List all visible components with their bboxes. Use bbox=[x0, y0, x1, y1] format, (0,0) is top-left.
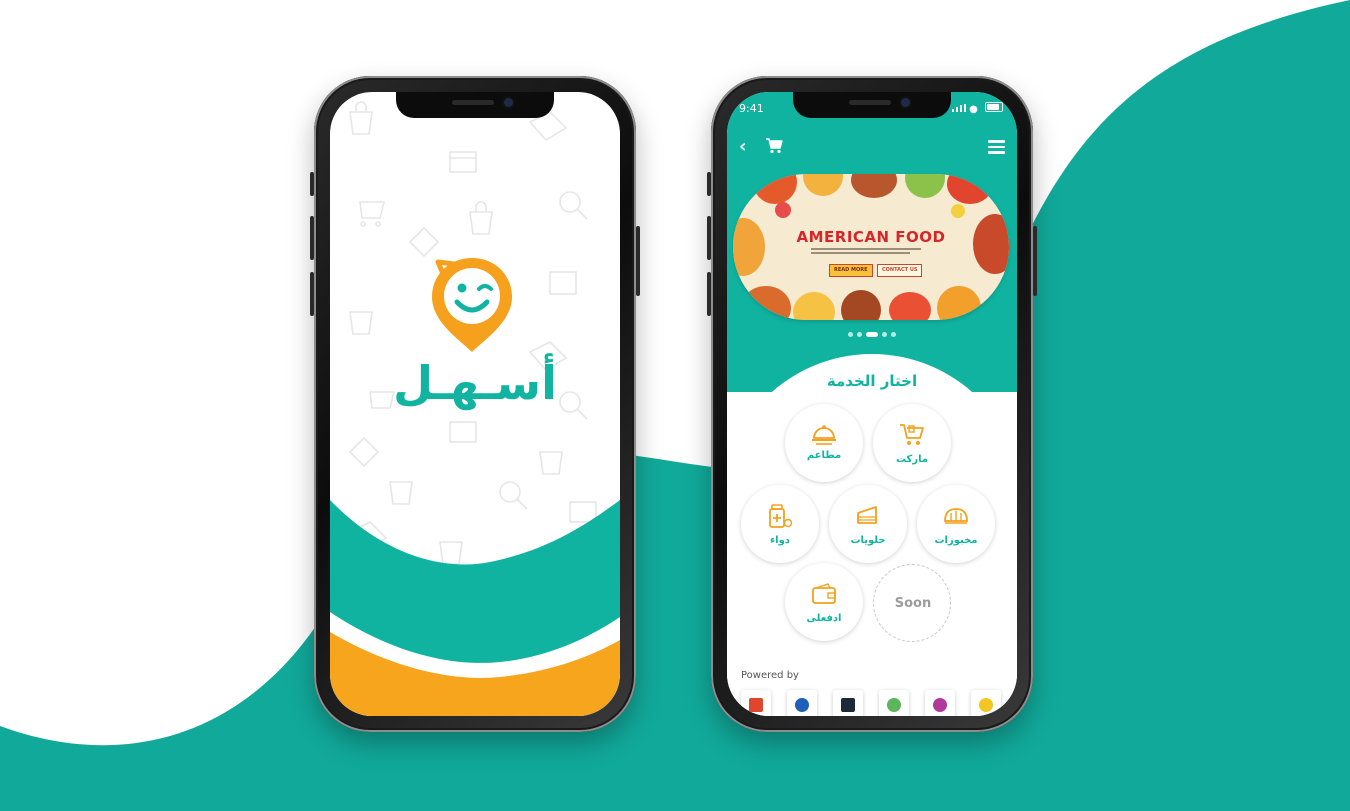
partner-logo[interactable] bbox=[741, 690, 771, 716]
notch bbox=[396, 92, 554, 118]
service-label: دواء bbox=[770, 535, 790, 546]
service-market[interactable]: ماركت bbox=[873, 404, 951, 482]
chevron-left-icon[interactable]: ‹ bbox=[739, 136, 746, 157]
splash-screen: أسـهـل bbox=[330, 92, 620, 716]
services-title: اختار الخدمة bbox=[826, 372, 918, 390]
wallet-icon bbox=[812, 583, 836, 604]
signal-icon bbox=[951, 104, 966, 112]
carousel-dots bbox=[727, 332, 1017, 337]
read-more-button[interactable]: READ MORE bbox=[829, 264, 873, 277]
battery-icon bbox=[985, 102, 1003, 112]
service-soon: Soon bbox=[873, 564, 951, 642]
service-bakery[interactable]: مخبوزات bbox=[917, 485, 995, 563]
status-time: 9:41 bbox=[739, 102, 764, 115]
service-label: مخبوزات bbox=[934, 535, 978, 546]
cake-slice-icon bbox=[857, 506, 877, 524]
brand-logo-icon bbox=[432, 258, 512, 352]
service-label: ادفعلى bbox=[806, 613, 842, 624]
powered-by-label: Powered by bbox=[741, 670, 799, 681]
partner-logo[interactable] bbox=[787, 690, 817, 716]
soon-label: Soon bbox=[894, 596, 932, 611]
promo-banner[interactable]: AMERICAN FOOD READ MORE CONTACT US bbox=[733, 174, 1009, 320]
partner-logo[interactable] bbox=[833, 690, 863, 716]
brand-name: أسـهـل bbox=[393, 356, 557, 410]
service-restaurants[interactable]: مطاعم bbox=[785, 404, 863, 482]
partner-logos bbox=[741, 690, 1011, 716]
service-label: حلويات bbox=[850, 535, 886, 546]
carousel-dot[interactable] bbox=[891, 332, 896, 337]
partner-logo[interactable] bbox=[971, 690, 1001, 716]
contact-us-button[interactable]: CONTACT US bbox=[877, 264, 923, 277]
carousel-dot[interactable] bbox=[857, 332, 862, 337]
service-label: ماركت bbox=[895, 454, 929, 465]
carousel-dot[interactable] bbox=[882, 332, 887, 337]
grocery-cart-icon bbox=[900, 424, 924, 445]
status-icons: ● bbox=[951, 102, 1003, 115]
hamburger-menu-icon[interactable] bbox=[988, 140, 1005, 157]
service-medicine[interactable]: دواء bbox=[741, 485, 819, 563]
service-sweets[interactable]: حلويات bbox=[829, 485, 907, 563]
partner-logo[interactable] bbox=[879, 690, 909, 716]
wifi-icon: ● bbox=[969, 104, 978, 115]
carousel-dot[interactable] bbox=[848, 332, 853, 337]
notch bbox=[793, 92, 951, 118]
service-label: مطاعم bbox=[806, 450, 842, 461]
banner-subtitle-lines bbox=[811, 248, 921, 258]
carousel-dot-active[interactable] bbox=[866, 332, 878, 337]
background-wave bbox=[0, 0, 1350, 811]
partner-logo[interactable] bbox=[925, 690, 955, 716]
food-tray-icon bbox=[812, 425, 836, 445]
cart-icon[interactable] bbox=[765, 138, 783, 154]
banner-title: AMERICAN FOOD bbox=[796, 228, 946, 246]
service-pay[interactable]: ادفعلى bbox=[785, 563, 863, 641]
home-screen: 9:41 ● ‹ AMERICAN FOOD READ MORE CONTACT… bbox=[727, 92, 1017, 716]
phone-splash: أسـهـل bbox=[310, 76, 640, 732]
medicine-bottle-icon bbox=[769, 504, 793, 528]
bread-icon bbox=[944, 508, 968, 524]
phone-app: 9:41 ● ‹ AMERICAN FOOD READ MORE CONTACT… bbox=[707, 76, 1037, 732]
